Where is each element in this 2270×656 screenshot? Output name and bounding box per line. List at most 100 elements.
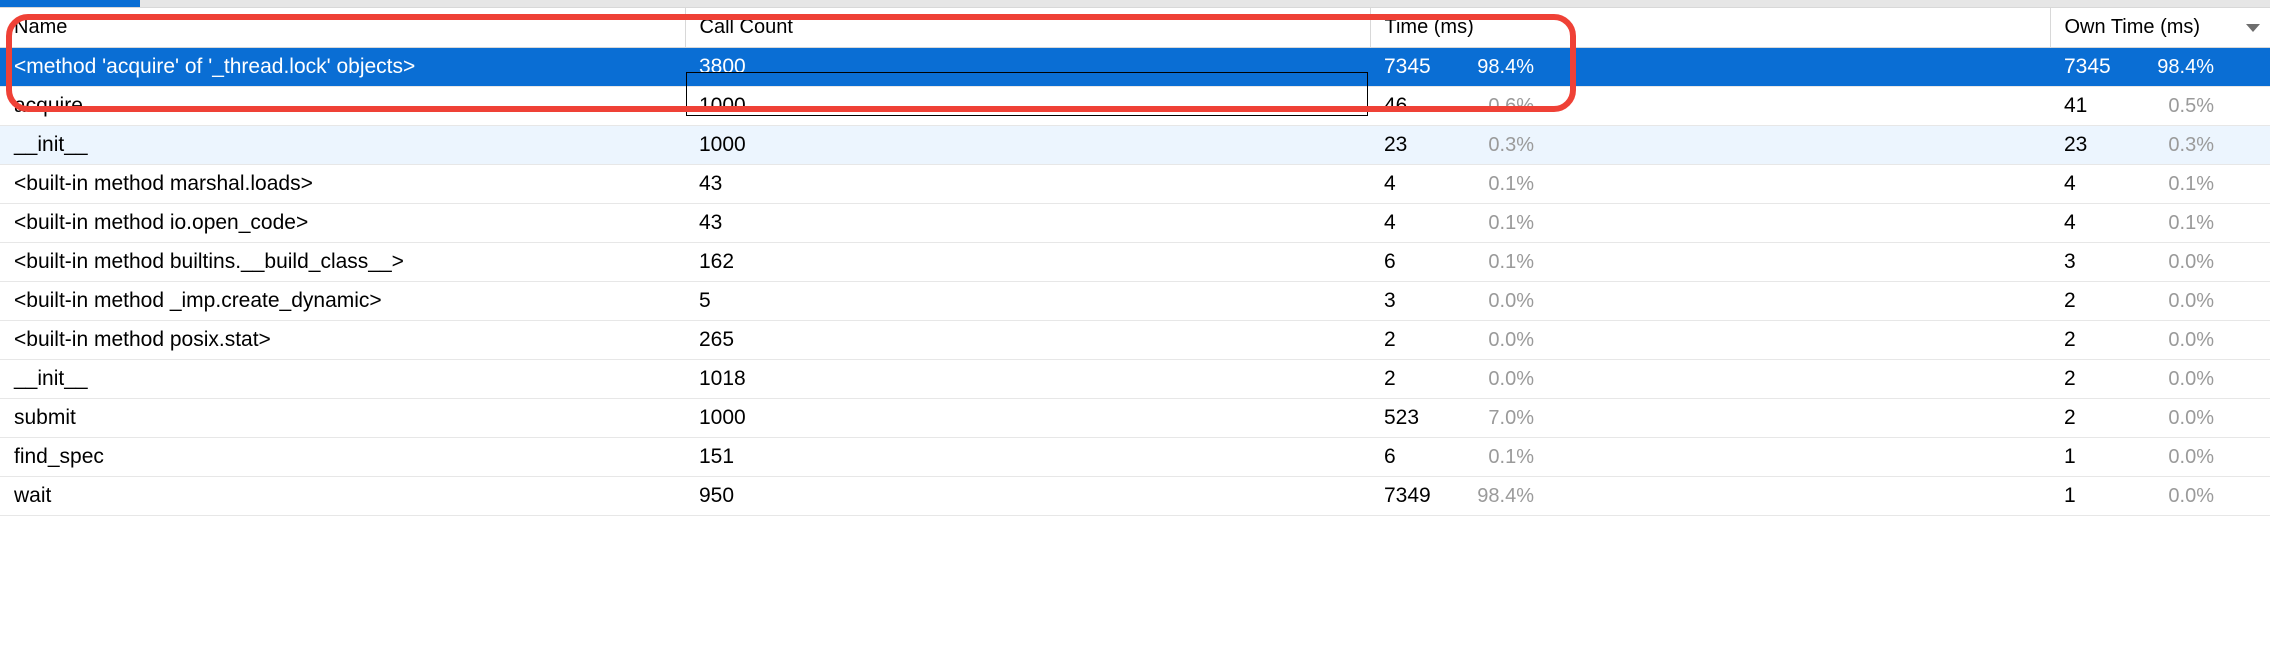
cell-call-count: 151 (685, 438, 1370, 477)
cell-own-time-pct: 0.0% (2136, 329, 2214, 352)
cell-call-count: 43 (685, 165, 1370, 204)
cell-time-value: 6 (1384, 445, 1456, 469)
cell-time-pct: 98.4% (1456, 485, 1534, 508)
cell-call-count: 5 (685, 282, 1370, 321)
cell-time-value: 2 (1384, 367, 1456, 391)
table-header-row: Name Call Count Time (ms) Own Time (ms) (0, 8, 2270, 48)
cell-time-pct: 0.0% (1456, 290, 1534, 313)
cell-name: wait (0, 477, 685, 516)
table-row[interactable]: <built-in method builtins.__build_class_… (0, 243, 2270, 282)
cell-call-count: 265 (685, 321, 1370, 360)
cell-time-pct: 7.0% (1456, 407, 1534, 430)
cell-own-time: 20.0% (2050, 321, 2270, 360)
table-row[interactable]: <built-in method _imp.create_dynamic>530… (0, 282, 2270, 321)
cell-own-time: 230.3% (2050, 126, 2270, 165)
cell-time-pct: 0.6% (1456, 95, 1534, 118)
cell-call-count: 162 (685, 243, 1370, 282)
cell-time-pct: 0.0% (1456, 329, 1534, 352)
cell-time: 5237.0% (1370, 399, 2050, 438)
cell-own-time-value: 2 (2064, 328, 2136, 352)
cell-time: 734998.4% (1370, 477, 2050, 516)
cell-time-pct: 0.1% (1456, 212, 1534, 235)
cell-call-count: 1018 (685, 360, 1370, 399)
table-row[interactable]: find_spec15160.1%10.0% (0, 438, 2270, 477)
tab-strip (0, 0, 2270, 7)
cell-time: 40.1% (1370, 204, 2050, 243)
cell-own-time-value: 2 (2064, 406, 2136, 430)
cell-time-value: 2 (1384, 328, 1456, 352)
cell-name: <built-in method marshal.loads> (0, 165, 685, 204)
cell-name: submit (0, 399, 685, 438)
cell-time: 60.1% (1370, 243, 2050, 282)
cell-time: 30.0% (1370, 282, 2050, 321)
cell-name: <built-in method builtins.__build_class_… (0, 243, 685, 282)
cell-own-time-pct: 0.0% (2136, 446, 2214, 469)
cell-own-time: 40.1% (2050, 204, 2270, 243)
cell-call-count: 1000 (685, 399, 1370, 438)
cell-own-time-value: 2 (2064, 367, 2136, 391)
cell-time-value: 7345 (1384, 55, 1456, 79)
cell-own-time: 30.0% (2050, 243, 2270, 282)
cell-own-time-pct: 0.0% (2136, 251, 2214, 274)
table-row[interactable]: <built-in method posix.stat>26520.0%20.0… (0, 321, 2270, 360)
cell-time-value: 7349 (1384, 484, 1456, 508)
cell-own-time-value: 1 (2064, 445, 2136, 469)
active-tab-indicator (0, 0, 140, 7)
cell-call-count: 1000 (685, 126, 1370, 165)
cell-time: 60.1% (1370, 438, 2050, 477)
cell-name: __init__ (0, 126, 685, 165)
cell-name: <built-in method posix.stat> (0, 321, 685, 360)
cell-own-time-pct: 0.0% (2136, 290, 2214, 313)
col-header-own-time[interactable]: Own Time (ms) (2050, 8, 2270, 48)
cell-name: <built-in method _imp.create_dynamic> (0, 282, 685, 321)
cell-time: 20.0% (1370, 321, 2050, 360)
sort-desc-icon (2246, 24, 2260, 32)
cell-name: <method 'acquire' of '_thread.lock' obje… (0, 48, 685, 87)
table-row[interactable]: submit10005237.0%20.0% (0, 399, 2270, 438)
cell-time: 460.6% (1370, 87, 2050, 126)
cell-own-time-value: 3 (2064, 250, 2136, 274)
cell-own-time-pct: 98.4% (2136, 56, 2214, 79)
cell-own-time-value: 4 (2064, 211, 2136, 235)
col-header-name[interactable]: Name (0, 8, 685, 48)
table-row[interactable]: __init__101820.0%20.0% (0, 360, 2270, 399)
table-row[interactable]: <built-in method marshal.loads>4340.1%40… (0, 165, 2270, 204)
cell-time: 230.3% (1370, 126, 2050, 165)
cell-own-time-value: 4 (2064, 172, 2136, 196)
cell-name: acquire (0, 87, 685, 126)
cell-call-count: 3800 (685, 48, 1370, 87)
cell-own-time-pct: 0.0% (2136, 368, 2214, 391)
cell-own-time-pct: 0.3% (2136, 134, 2214, 157)
cell-own-time: 20.0% (2050, 282, 2270, 321)
cell-own-time: 10.0% (2050, 438, 2270, 477)
cell-own-time: 20.0% (2050, 360, 2270, 399)
cell-call-count: 1000 (685, 87, 1370, 126)
cell-own-time-pct: 0.1% (2136, 173, 2214, 196)
cell-time: 20.0% (1370, 360, 2050, 399)
col-header-call-count[interactable]: Call Count (685, 8, 1370, 48)
cell-own-time: 410.5% (2050, 87, 2270, 126)
table-row[interactable]: acquire1000460.6%410.5% (0, 87, 2270, 126)
col-header-time[interactable]: Time (ms) (1370, 8, 2050, 48)
cell-time-pct: 98.4% (1456, 56, 1534, 79)
cell-own-time-pct: 0.1% (2136, 212, 2214, 235)
cell-name: find_spec (0, 438, 685, 477)
table-row[interactable]: <method 'acquire' of '_thread.lock' obje… (0, 48, 2270, 87)
cell-own-time-value: 23 (2064, 133, 2136, 157)
table-row[interactable]: <built-in method io.open_code>4340.1%40.… (0, 204, 2270, 243)
table-row[interactable]: __init__1000230.3%230.3% (0, 126, 2270, 165)
cell-own-time-pct: 0.5% (2136, 95, 2214, 118)
cell-time-value: 523 (1384, 406, 1456, 430)
cell-time-pct: 0.1% (1456, 173, 1534, 196)
cell-time-pct: 0.1% (1456, 251, 1534, 274)
cell-call-count: 43 (685, 204, 1370, 243)
cell-call-count: 950 (685, 477, 1370, 516)
cell-name: <built-in method io.open_code> (0, 204, 685, 243)
table-row[interactable]: wait950734998.4%10.0% (0, 477, 2270, 516)
cell-own-time-value: 41 (2064, 94, 2136, 118)
cell-time-pct: 0.0% (1456, 368, 1534, 391)
cell-own-time-value: 7345 (2064, 55, 2136, 79)
cell-time-pct: 0.1% (1456, 446, 1534, 469)
cell-own-time-value: 2 (2064, 289, 2136, 313)
cell-own-time-pct: 0.0% (2136, 407, 2214, 430)
